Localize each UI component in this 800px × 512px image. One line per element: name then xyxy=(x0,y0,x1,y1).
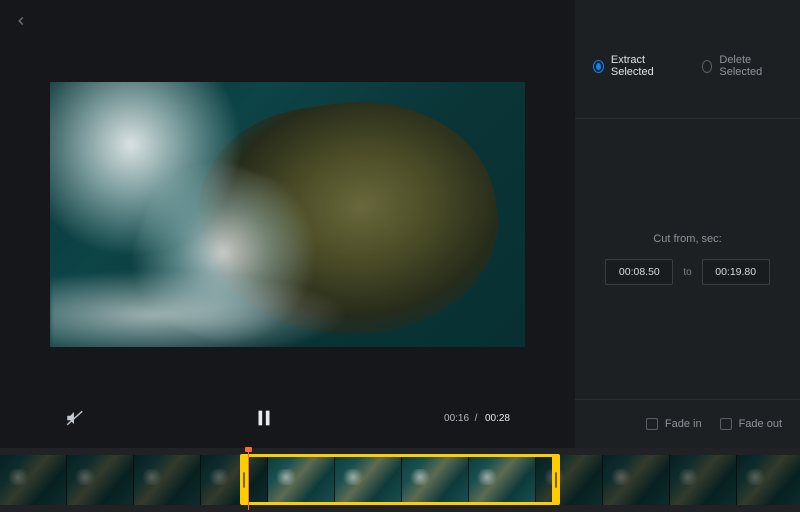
to-label: to xyxy=(683,267,691,278)
timeline-thumb[interactable] xyxy=(469,455,536,505)
settings-panel: Extract Selected Delete Selected Cut fro… xyxy=(575,0,800,448)
fade-out-checkbox[interactable]: Fade out xyxy=(720,418,782,430)
selection-handle-left[interactable] xyxy=(240,457,248,502)
chevron-left-icon xyxy=(14,14,28,28)
checkbox-icon xyxy=(720,418,732,430)
timeline-thumb[interactable] xyxy=(536,455,603,505)
extract-label: Extract Selected xyxy=(611,54,676,78)
playhead[interactable] xyxy=(248,450,249,510)
timeline[interactable] xyxy=(0,448,800,512)
radio-icon xyxy=(593,60,604,73)
play-pause-button[interactable] xyxy=(253,407,275,429)
timeline-thumb[interactable] xyxy=(67,455,134,505)
time-separator: / xyxy=(472,413,480,424)
video-player xyxy=(0,0,575,388)
fade-options: Fade in Fade out xyxy=(575,400,800,448)
timeline-thumb[interactable] xyxy=(670,455,737,505)
volume-mute-icon xyxy=(65,409,83,427)
total-duration: 00:28 xyxy=(485,413,510,424)
time-display: 00:16 / 00:28 xyxy=(444,413,510,424)
timeline-thumb[interactable] xyxy=(603,455,670,505)
checkbox-icon xyxy=(646,418,658,430)
delete-selected-radio[interactable]: Delete Selected xyxy=(702,54,783,78)
main-area: 00:16 / 00:28 Extract Selected Delete Se… xyxy=(0,0,800,448)
timeline-thumb[interactable] xyxy=(201,455,268,505)
timeline-thumb[interactable] xyxy=(402,455,469,505)
timeline-thumb[interactable] xyxy=(268,455,335,505)
timeline-thumb[interactable] xyxy=(134,455,201,505)
timeline-thumb[interactable] xyxy=(335,455,402,505)
extract-selected-radio[interactable]: Extract Selected xyxy=(593,54,676,78)
fade-in-label: Fade in xyxy=(665,418,702,430)
player-panel: 00:16 / 00:28 xyxy=(0,0,575,448)
cut-to-input[interactable] xyxy=(702,259,770,285)
current-time: 00:16 xyxy=(444,413,469,424)
fade-out-label: Fade out xyxy=(739,418,782,430)
playback-controls: 00:16 / 00:28 xyxy=(0,388,575,448)
cut-label: Cut from, sec: xyxy=(653,233,721,245)
video-frame[interactable] xyxy=(50,82,525,347)
mute-button[interactable] xyxy=(65,409,83,427)
timeline-thumb[interactable] xyxy=(737,455,800,505)
selection-handle-right[interactable] xyxy=(552,457,560,502)
pause-icon xyxy=(253,407,275,429)
back-button[interactable] xyxy=(14,14,28,28)
cut-inputs: to xyxy=(605,259,769,285)
timeline-thumb[interactable] xyxy=(0,455,67,505)
cut-range-section: Cut from, sec: to xyxy=(575,119,800,400)
delete-label: Delete Selected xyxy=(719,54,782,78)
radio-icon xyxy=(702,60,713,73)
cut-from-input[interactable] xyxy=(605,259,673,285)
fade-in-checkbox[interactable]: Fade in xyxy=(646,418,702,430)
mode-selector: Extract Selected Delete Selected xyxy=(575,0,800,119)
